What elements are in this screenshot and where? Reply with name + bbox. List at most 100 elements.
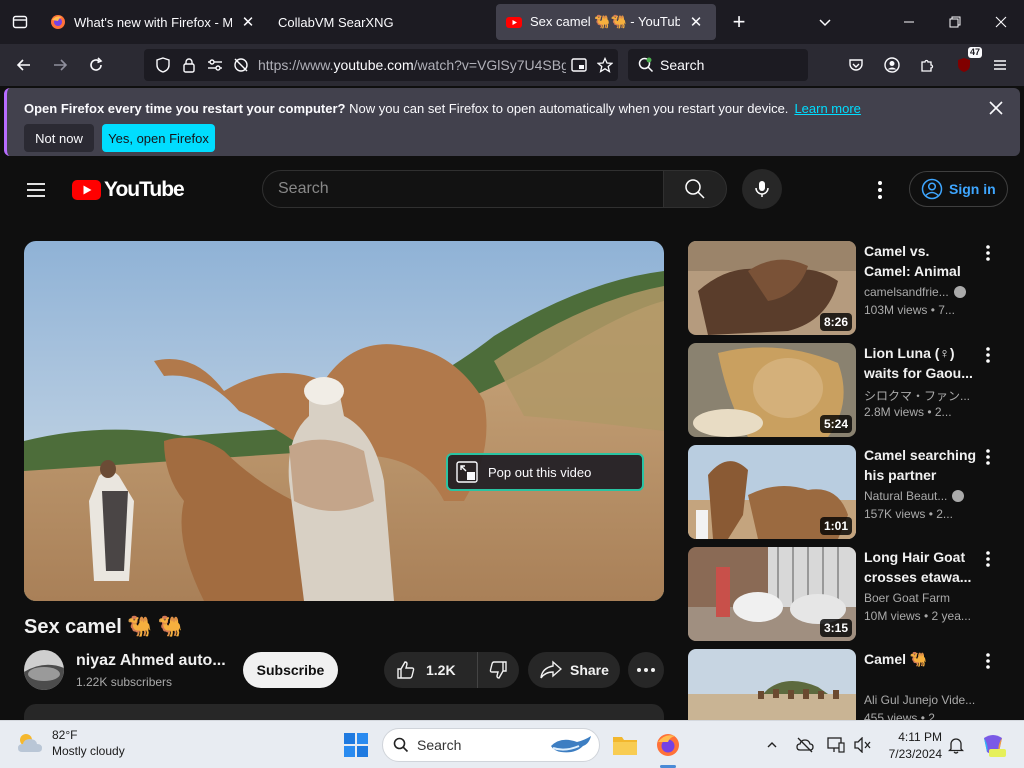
navigation-toolbar: https://www.youtube.com/watch?v=VGlSy7U4…: [0, 44, 1024, 86]
display-settings-icon[interactable]: [826, 735, 846, 755]
forward-arrow-icon[interactable]: [42, 49, 78, 81]
description-box[interactable]: [24, 704, 664, 720]
system-clock[interactable]: 4:11 PM 7/23/2024: [880, 729, 942, 763]
notification-bold-text: Open Firefox every time you restart your…: [24, 101, 346, 116]
guide-menu-icon[interactable]: [24, 178, 48, 202]
address-bar[interactable]: https://www.youtube.com/watch?v=VGlSy7U4…: [144, 49, 618, 81]
recommendation-thumbnail[interactable]: 5:24: [688, 343, 856, 437]
picture-in-picture-icon[interactable]: [566, 52, 592, 78]
video-duration: 1:01: [819, 517, 852, 535]
pocket-icon[interactable]: [844, 53, 868, 77]
close-window-icon[interactable]: [978, 0, 1024, 44]
extensions-puzzle-icon[interactable]: [916, 53, 940, 77]
more-actions-icon[interactable]: [628, 652, 664, 688]
close-notification-icon[interactable]: [986, 98, 1006, 118]
firefox-taskbar-icon[interactable]: [653, 730, 683, 760]
video-player[interactable]: Pop out this video: [24, 241, 664, 601]
file-explorer-icon[interactable]: [610, 730, 640, 760]
list-all-tabs-chevron-icon[interactable]: [813, 10, 837, 34]
video-frame-camels: [24, 241, 664, 601]
notification-message: Open Firefox every time you restart your…: [24, 101, 861, 116]
share-button[interactable]: Share: [528, 652, 620, 688]
tab-firefox-whats-new[interactable]: What's new with Firefox - More ✕: [40, 4, 268, 40]
video-duration: 3:15: [819, 619, 852, 637]
recommendation-thumbnail[interactable]: [688, 649, 856, 720]
weather-widget[interactable]: 82°F Mostly cloudy: [16, 727, 125, 759]
hamburger-menu-icon[interactable]: [988, 53, 1012, 77]
settings-more-vert-icon[interactable]: [868, 178, 892, 202]
learn-more-link[interactable]: Learn more: [794, 101, 860, 116]
recommendation-item[interactable]: 3:15 Long Hair Goat crosses etawa... Boe…: [688, 547, 1008, 641]
account-icon[interactable]: [880, 53, 904, 77]
channel-avatar[interactable]: [24, 650, 64, 690]
search-bar[interactable]: Search: [628, 49, 808, 81]
permissions-sliders-icon[interactable]: [202, 52, 228, 78]
video-title: Sex camel 🐫 🐫: [24, 616, 183, 638]
reload-icon[interactable]: [78, 49, 114, 81]
ublock-extension-icon[interactable]: 47: [952, 47, 982, 77]
recommendation-item[interactable]: 1:01 Camel searching his partner Natural…: [688, 445, 1008, 539]
close-tab-icon[interactable]: ✕: [686, 12, 706, 32]
tab-collabvm-searxng[interactable]: CollabVM SearXNG: [268, 4, 496, 40]
verified-badge-icon: [953, 286, 966, 298]
more-vert-icon[interactable]: [978, 447, 998, 467]
youtube-logo-text: YouTube: [104, 178, 185, 201]
recommendation-thumbnail[interactable]: 8:26: [688, 241, 856, 335]
subscribe-button[interactable]: Subscribe: [243, 652, 338, 688]
recommendation-thumbnail[interactable]: 1:01: [688, 445, 856, 539]
channel-name-text: シロクマ・ファン...: [864, 389, 971, 403]
like-button[interactable]: 1.2K: [384, 652, 478, 688]
recommendation-item[interactable]: Camel 🐫 Ali Gul Junejo Vide... 455 views…: [688, 649, 1008, 720]
network-disconnected-cloud-icon[interactable]: [795, 735, 815, 755]
recommendation-channel: Boer Goat Farm: [864, 591, 978, 605]
channel-name-text: Ali Gul Junejo Vide...: [864, 693, 976, 707]
tab-title: What's new with Firefox - More: [74, 14, 232, 30]
copilot-preview-icon[interactable]: [980, 732, 1006, 758]
more-vert-icon[interactable]: [978, 549, 998, 569]
taskbar-search-box[interactable]: Search: [382, 728, 600, 762]
sign-in-button[interactable]: Sign in: [909, 171, 1008, 207]
show-hidden-icons-chevron-icon[interactable]: [762, 735, 782, 755]
tab-youtube-active[interactable]: Sex camel 🐫🐫 - YouTube ✕: [496, 4, 716, 40]
windows-start-icon[interactable]: [343, 732, 369, 758]
close-tab-icon[interactable]: ✕: [238, 12, 258, 32]
more-vert-icon[interactable]: [978, 243, 998, 263]
like-dislike-group: 1.2K: [384, 652, 519, 688]
search-placeholder: Search: [278, 180, 329, 197]
youtube-search-input[interactable]: Search: [262, 170, 664, 208]
thumbs-down-icon[interactable]: [478, 652, 518, 688]
recommendation-meta: 103M views • 7...: [864, 303, 955, 317]
not-now-button[interactable]: Not now: [24, 124, 94, 152]
tracking-protection-shield-icon[interactable]: [150, 52, 176, 78]
volume-muted-icon[interactable]: [853, 735, 873, 755]
firefox-view-icon[interactable]: [0, 0, 40, 44]
youtube-play-logo-icon: [72, 180, 101, 200]
recommendation-item[interactable]: 5:24 Lion Luna (♀) waits for Gaou... シロク…: [688, 343, 1008, 437]
more-vert-icon[interactable]: [978, 651, 998, 671]
notifications-bell-icon[interactable]: [946, 735, 966, 755]
pop-out-label: Pop out this video: [488, 464, 592, 480]
yes-open-firefox-button[interactable]: Yes, open Firefox: [102, 124, 215, 152]
recommendation-thumbnail[interactable]: 3:15: [688, 547, 856, 641]
pop-out-video-button[interactable]: Pop out this video: [446, 453, 644, 491]
tab-strip: What's new with Firefox - More ✕ CollabV…: [0, 0, 1024, 44]
voice-search-mic-icon[interactable]: [742, 169, 782, 209]
channel-name[interactable]: niyaz Ahmed auto...: [76, 652, 226, 670]
minimize-window-icon[interactable]: [886, 0, 932, 44]
youtube-search-button[interactable]: [663, 170, 727, 208]
more-vert-icon[interactable]: [978, 345, 998, 365]
bookmark-star-icon[interactable]: [592, 52, 618, 78]
search-icon: [393, 737, 409, 753]
autoplay-blocked-icon[interactable]: [228, 52, 254, 78]
new-tab-plus-icon[interactable]: +: [722, 5, 756, 39]
lock-icon[interactable]: [176, 52, 202, 78]
back-arrow-icon[interactable]: [6, 49, 42, 81]
recommendation-item[interactable]: 8:26 Camel vs. Camel: Animal Attack... c…: [688, 241, 1008, 335]
sign-in-label: Sign in: [949, 181, 996, 197]
restore-window-icon[interactable]: [932, 0, 978, 44]
url-host: youtube.com: [333, 57, 414, 73]
weather-condition: Mostly cloudy: [52, 744, 125, 758]
recommendation-channel: Ali Gul Junejo Vide...: [864, 693, 978, 707]
clock-time: 4:11 PM: [898, 730, 942, 744]
youtube-logo[interactable]: YouTube: [72, 178, 185, 202]
